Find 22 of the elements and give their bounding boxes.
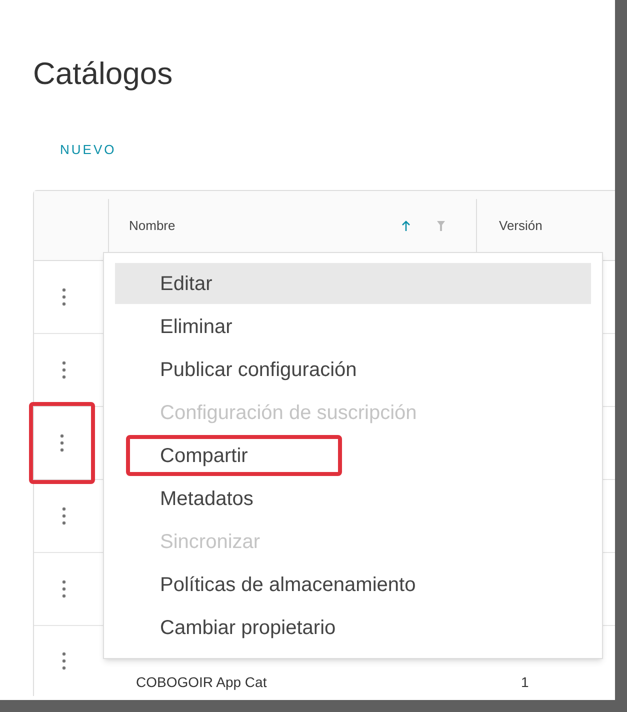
catalog-name[interactable]: COBOGOIR App Cat <box>136 672 267 693</box>
vertical-dots-icon <box>62 579 66 599</box>
row-actions-button[interactable] <box>29 402 95 484</box>
page-title: Catálogos <box>33 55 173 93</box>
column-header[interactable]: Nombre <box>129 216 176 236</box>
vertical-dots-icon <box>60 433 64 453</box>
vertical-dots-icon <box>62 651 66 671</box>
menu-item[interactable]: Publicar configuración <box>115 349 591 390</box>
menu-item[interactable]: Políticas de almacenamiento <box>115 564 591 605</box>
catalog-version: 1 <box>521 673 529 692</box>
menu-item[interactable]: Editar <box>115 263 591 304</box>
menu-item[interactable]: Cambiar propietario <box>115 607 591 648</box>
vertical-dots-icon <box>62 360 66 380</box>
new-button[interactable]: NUEVO <box>60 140 116 160</box>
column-header[interactable]: Versión <box>499 216 542 236</box>
vertical-dots-icon <box>62 506 66 526</box>
sort-ascending-icon[interactable] <box>401 220 411 232</box>
menu-item[interactable]: Eliminar <box>115 306 591 347</box>
menu-item[interactable]: Metadatos <box>115 478 591 519</box>
menu-item[interactable]: Compartir <box>126 435 342 476</box>
vertical-dots-icon <box>62 287 66 307</box>
filter-icon[interactable] <box>436 220 446 232</box>
